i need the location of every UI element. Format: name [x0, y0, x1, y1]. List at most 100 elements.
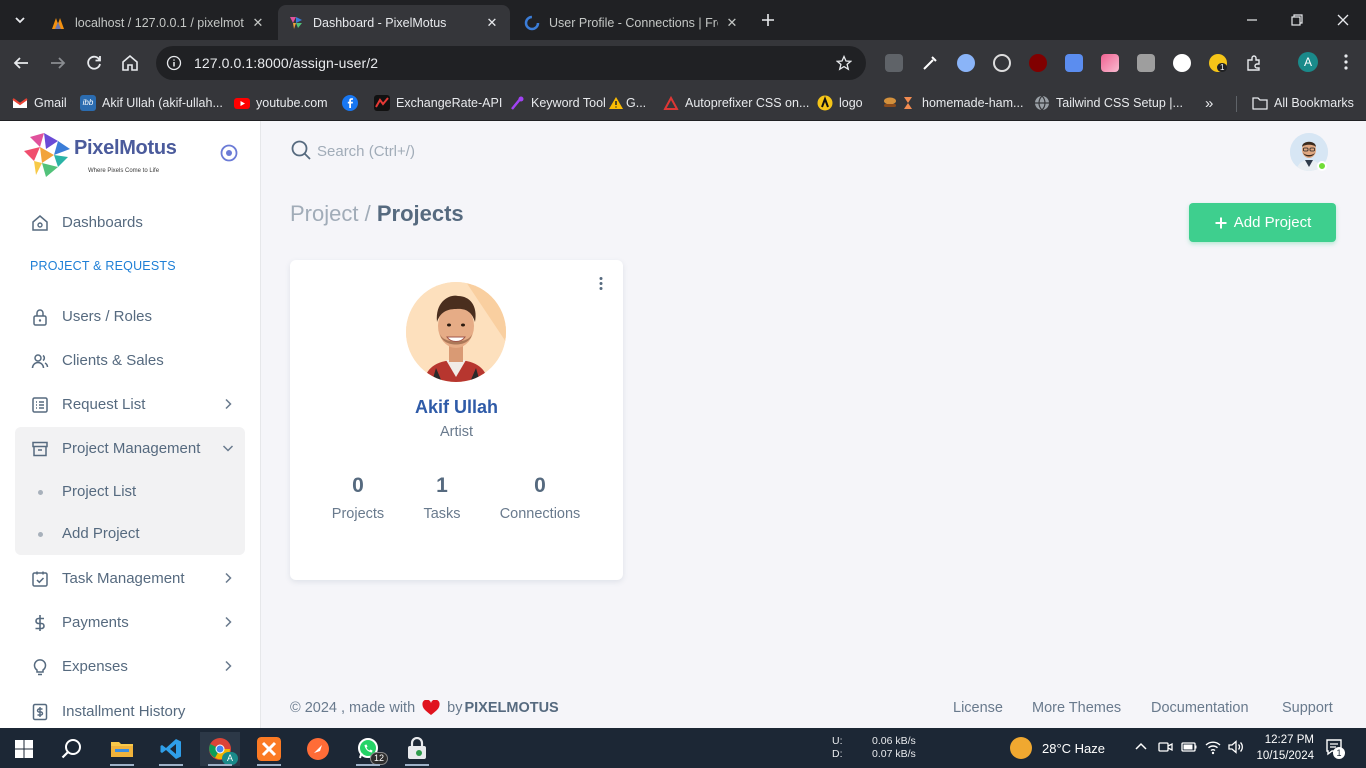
browser-tab[interactable]: User Profile - Connections | Fre ✕ [514, 5, 750, 40]
sidebar-item-payments[interactable]: Payments [16, 603, 244, 641]
bookmark-g[interactable]: G... [608, 93, 646, 113]
stat-value: 0 [352, 474, 364, 497]
add-project-button[interactable]: Add Project [1189, 203, 1336, 242]
taskbar-xampp[interactable] [249, 732, 289, 766]
reload-icon[interactable] [83, 52, 105, 74]
bookmark-label: Keyword Tool [531, 96, 606, 110]
footer-link-documentation[interactable]: Documentation [1151, 700, 1249, 716]
bookmark-exchangerate[interactable]: ExchangeRate-API [374, 93, 502, 113]
taskbar-vpn-app[interactable] [397, 732, 437, 766]
bookmark-logo[interactable]: logo [817, 93, 863, 113]
tab-search-button[interactable] [8, 8, 32, 32]
search-input[interactable] [317, 140, 617, 162]
wifi-icon[interactable] [1204, 738, 1222, 756]
site-info-icon[interactable] [166, 55, 182, 71]
browser-tab[interactable]: localhost / 127.0.0.1 / pixelmotus ✕ [40, 5, 276, 40]
sidebar-item-project-management[interactable]: Project Management [16, 429, 244, 467]
taskbar-whatsapp[interactable]: 12 [348, 732, 389, 766]
bookmark-keyword-tool[interactable]: Keyword Tool [509, 93, 606, 113]
footer-link-support[interactable]: Support [1282, 700, 1333, 716]
taskbar-chrome[interactable]: A [200, 732, 240, 766]
volume-icon[interactable] [1226, 738, 1244, 756]
calendar-check-icon [32, 571, 48, 587]
close-window-icon[interactable] [1333, 10, 1353, 30]
docs-extension-icon[interactable] [1065, 54, 1083, 72]
more-vertical-icon[interactable] [591, 274, 611, 294]
lock-folder-icon [408, 737, 426, 759]
breadcrumb-parent[interactable]: Project / [290, 201, 371, 226]
sidebar-item-task-management[interactable]: Task Management [16, 559, 244, 597]
taskbar-vscode[interactable] [151, 732, 191, 766]
running-indicator [159, 764, 183, 766]
weather-widget[interactable]: 28°C Haze [1010, 736, 1110, 760]
close-icon[interactable]: ✕ [724, 15, 740, 31]
sidebar-item-expenses[interactable]: Expenses [16, 647, 244, 685]
taskbar-postman[interactable] [298, 732, 338, 766]
camera-extension-icon[interactable] [885, 54, 903, 72]
browser-tab-active[interactable]: Dashboard - PixelMotus ✕ [278, 5, 510, 40]
sidebar-subitem-project-list[interactable]: Project List [16, 474, 244, 510]
restore-icon[interactable] [1287, 10, 1307, 30]
close-icon[interactable]: ✕ [484, 15, 500, 31]
search-extension-icon[interactable] [957, 54, 975, 72]
card-user-name[interactable]: Akif Ullah [290, 397, 623, 418]
stat-label: Projects [331, 506, 385, 522]
bookmark-youtube[interactable]: youtube.com [234, 93, 328, 113]
list-icon [32, 397, 48, 413]
battery-icon[interactable] [1180, 738, 1198, 756]
bookmark-gmail[interactable]: Gmail [12, 93, 67, 113]
brand-logo[interactable]: PixelMotus Where Pixels Come to Life [24, 131, 184, 179]
sidebar-item-label: Installment History [62, 702, 186, 720]
back-arrow-icon[interactable] [10, 52, 32, 74]
taskbar-file-explorer[interactable] [102, 732, 142, 766]
footer-brand-link[interactable]: PIXELMOTUS [464, 700, 558, 716]
sidebar-item-dashboards[interactable]: Dashboards [16, 203, 244, 241]
lock-icon [33, 309, 47, 326]
system-clock[interactable]: 12:27 PM 10/15/2024 [1244, 732, 1314, 764]
bookmark-star-icon[interactable] [836, 55, 852, 71]
puzzle-extensions-icon[interactable] [1245, 54, 1263, 72]
sidebar-item-users-roles[interactable]: Users / Roles [16, 297, 244, 335]
notification-center-button[interactable]: 1 [1324, 737, 1345, 759]
weather-haze-icon [1010, 737, 1032, 759]
address-bar[interactable]: 127.0.0.1:8000/assign-user/2 [156, 46, 866, 80]
bookmark-facebook[interactable] [342, 93, 364, 113]
sidebar-item-clients-sales[interactable]: Clients & Sales [16, 341, 244, 379]
badge-extension-icon[interactable]: 1 [1209, 54, 1228, 72]
ublock-extension-icon[interactable] [1029, 54, 1047, 72]
start-button[interactable] [4, 732, 44, 766]
color-picker-extension-icon[interactable] [921, 54, 939, 72]
wappalyzer-extension-icon[interactable] [1173, 54, 1191, 72]
close-icon[interactable]: ✕ [250, 15, 266, 31]
bookmark-akif[interactable]: ibb Akif Ullah (akif-ullah... [80, 93, 223, 113]
bookmarks-overflow-button[interactable]: » [1205, 93, 1213, 113]
all-bookmarks-button[interactable]: All Bookmarks [1252, 93, 1354, 113]
bookmark-homemade[interactable]: homemade-ham... [882, 93, 1023, 113]
sidebar-item-request-list[interactable]: Request List [16, 385, 244, 423]
extension-badge: 1 [1217, 63, 1228, 72]
chevron-up-icon[interactable] [1132, 738, 1150, 756]
bookmark-tailwind[interactable]: Tailwind CSS Setup |... [1034, 93, 1183, 113]
sidebar-subitem-add-project[interactable]: Add Project [16, 516, 244, 552]
taskbar-search-button[interactable] [52, 732, 92, 766]
new-tab-plus-icon[interactable] [758, 10, 778, 30]
running-indicator [208, 764, 232, 766]
minimize-icon[interactable] [1242, 10, 1262, 30]
stat-value: 0 [534, 474, 546, 497]
footer-link-more-themes[interactable]: More Themes [1032, 700, 1121, 716]
search-icon [291, 140, 311, 160]
target-extension-icon[interactable] [993, 54, 1011, 72]
bookmark-autoprefixer[interactable]: Autoprefixer CSS on... [663, 93, 809, 113]
more-vertical-icon[interactable] [1336, 52, 1356, 72]
home-icon[interactable] [119, 52, 141, 74]
sidebar-item-installment-history[interactable]: Installment History [16, 692, 244, 730]
clock-time: 12:27 PM [1264, 734, 1314, 746]
footer-link-license[interactable]: License [953, 700, 1003, 716]
sidebar-toggle-icon[interactable] [219, 143, 239, 163]
forward-arrow-icon[interactable] [47, 52, 69, 74]
meet-now-icon[interactable] [1156, 738, 1174, 756]
fb-extension-icon[interactable] [1137, 54, 1155, 72]
profile-avatar-button[interactable]: A [1298, 52, 1318, 72]
burger-icon [884, 97, 896, 107]
gradient-extension-icon[interactable] [1101, 54, 1119, 72]
